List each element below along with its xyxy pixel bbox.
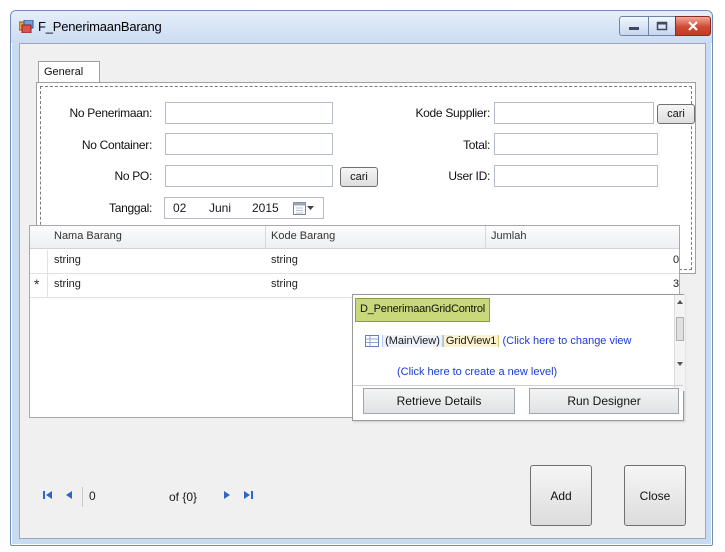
total-input[interactable] bbox=[494, 133, 658, 155]
kode-supplier-label: Kode Supplier: bbox=[415, 106, 490, 120]
cell-kode-barang[interactable]: string bbox=[271, 278, 298, 290]
add-button[interactable]: Add bbox=[530, 465, 592, 526]
gridview-name[interactable]: GridView1 bbox=[442, 335, 500, 348]
cell-nama-barang[interactable]: string bbox=[54, 254, 81, 266]
tanggal-date-picker[interactable]: 02 Juni 2015 bbox=[164, 197, 324, 219]
data-navigator: 0 of {0} bbox=[28, 484, 274, 510]
change-view-link[interactable]: (Click here to change view bbox=[502, 335, 631, 347]
column-separator bbox=[485, 226, 486, 249]
record-count-text: of {0} bbox=[169, 490, 198, 504]
column-header-kode-barang[interactable]: Kode Barang bbox=[271, 230, 335, 242]
scroll-down-icon bbox=[677, 362, 683, 366]
form-icon bbox=[19, 20, 34, 33]
create-level-link[interactable]: (Click here to create a new level) bbox=[397, 366, 557, 378]
minimize-icon bbox=[629, 27, 639, 30]
grid-row[interactable]: string string 0 bbox=[30, 250, 679, 274]
first-record-icon[interactable] bbox=[42, 489, 54, 501]
new-row-star-icon: * bbox=[34, 276, 40, 292]
cell-kode-barang[interactable]: string bbox=[271, 254, 298, 266]
cari-po-button[interactable]: cari bbox=[340, 167, 378, 187]
close-window-button[interactable] bbox=[675, 16, 711, 36]
no-container-label: No Container: bbox=[81, 138, 152, 152]
close-button[interactable]: Close bbox=[624, 465, 686, 526]
minimize-button[interactable] bbox=[619, 16, 649, 36]
calendar-dropdown-button[interactable] bbox=[293, 200, 321, 216]
next-record-icon[interactable] bbox=[222, 489, 232, 501]
user-id-input[interactable] bbox=[494, 165, 658, 187]
cari-supplier-button[interactable]: cari bbox=[657, 104, 695, 124]
no-penerimaan-input[interactable] bbox=[165, 102, 333, 124]
user-id-label: User ID: bbox=[448, 169, 490, 183]
prev-record-icon[interactable] bbox=[64, 489, 74, 501]
no-penerimaan-label: No Penerimaan: bbox=[69, 106, 152, 120]
no-po-input[interactable] bbox=[165, 165, 333, 187]
kode-supplier-input[interactable] bbox=[494, 102, 654, 124]
total-label: Total: bbox=[463, 138, 490, 152]
grid-control-name: D_PenerimaanGridControl bbox=[355, 298, 491, 322]
maximize-button[interactable] bbox=[648, 16, 676, 36]
grid-header: Nama Barang Kode Barang Jumlah bbox=[30, 226, 679, 249]
window-title: F_PenerimaanBarang bbox=[38, 19, 162, 34]
maximize-icon bbox=[656, 21, 668, 31]
date-day: 02 bbox=[173, 201, 187, 215]
grid-view-icon bbox=[365, 335, 379, 348]
date-year: 2015 bbox=[252, 201, 279, 215]
chevron-down-icon bbox=[307, 206, 314, 210]
date-month: Juni bbox=[209, 201, 232, 215]
scroll-thumb[interactable] bbox=[676, 317, 684, 341]
grid-designer-popup: D_PenerimaanGridControl (MainView) GridVi… bbox=[352, 294, 685, 421]
cell-jumlah[interactable]: 0 bbox=[673, 254, 679, 266]
column-header-nama-barang[interactable]: Nama Barang bbox=[54, 230, 122, 242]
last-record-icon[interactable] bbox=[242, 489, 254, 501]
scroll-up-icon bbox=[677, 300, 683, 304]
popup-divider bbox=[353, 385, 683, 386]
no-container-input[interactable] bbox=[165, 133, 333, 155]
title-bar[interactable]: F_PenerimaanBarang bbox=[11, 11, 712, 43]
row-indicator: * bbox=[30, 274, 48, 297]
no-po-label: No PO: bbox=[114, 169, 152, 183]
column-separator bbox=[265, 226, 266, 249]
row-indicator bbox=[30, 250, 48, 273]
main-view-label: (MainView) bbox=[382, 335, 443, 348]
run-designer-button[interactable]: Run Designer bbox=[529, 388, 679, 414]
current-record-input[interactable]: 0 bbox=[82, 487, 146, 507]
view-row: (MainView) GridView1 (Click here to chang… bbox=[365, 335, 671, 348]
tab-general[interactable]: General bbox=[38, 61, 100, 83]
cell-nama-barang[interactable]: string bbox=[54, 278, 81, 290]
tanggal-label: Tanggal: bbox=[109, 201, 152, 215]
calendar-icon bbox=[293, 201, 306, 215]
main-window: F_PenerimaanBarang General No Penerimaan… bbox=[10, 10, 713, 546]
popup-scrollbar[interactable] bbox=[674, 295, 685, 391]
close-icon bbox=[688, 21, 698, 31]
retrieve-details-button[interactable]: Retrieve Details bbox=[363, 388, 515, 414]
column-header-jumlah[interactable]: Jumlah bbox=[491, 230, 526, 242]
cell-jumlah[interactable]: 3 bbox=[673, 278, 679, 290]
